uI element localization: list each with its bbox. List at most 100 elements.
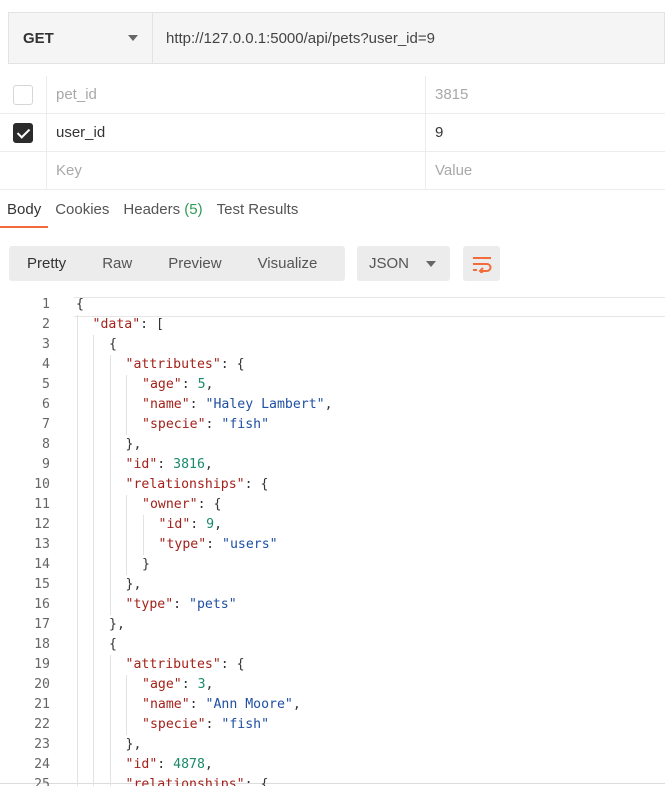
- code-line: 3{: [0, 335, 665, 355]
- code-line: 5 "age": 5,: [0, 375, 665, 395]
- code-line: 14}: [0, 555, 665, 575]
- code-text: },: [125, 577, 142, 592]
- code-line: 1{: [0, 295, 665, 315]
- checkbox-icon[interactable]: [13, 84, 33, 105]
- response-body-editor[interactable]: 1{2 "data": [3{4 "attributes": {5 "age": 5,…: [0, 292, 665, 786]
- code-text: "attributes": {: [125, 357, 245, 372]
- indent-guide: [142, 515, 144, 555]
- code-text: "type": "pets": [125, 597, 237, 612]
- code-text: {: [109, 637, 117, 652]
- code-text: "type": "users": [158, 537, 278, 552]
- view-raw-button[interactable]: Raw: [84, 246, 150, 281]
- checkbox-icon[interactable]: [13, 122, 33, 143]
- indent-guide: [109, 355, 111, 615]
- line-number: 13: [34, 537, 50, 552]
- line-number: 25: [34, 777, 50, 786]
- response-toolbar: Pretty Raw Preview Visualize JSON: [9, 246, 500, 281]
- code-text: },: [125, 737, 142, 752]
- code-line: 23},: [0, 735, 665, 755]
- line-number: 18: [34, 637, 50, 652]
- line-number: 2: [42, 317, 50, 332]
- code-text: },: [109, 617, 125, 632]
- line-number: 21: [34, 697, 50, 712]
- code-text: "relationships": {: [125, 477, 269, 492]
- param-key[interactable]: pet_id: [47, 76, 426, 113]
- request-bar: GET http://127.0.0.1:5000/api/pets?user_…: [8, 12, 665, 64]
- line-number: 12: [34, 517, 50, 532]
- line-number: 24: [34, 757, 50, 772]
- tab-cookies[interactable]: Cookies: [48, 196, 116, 226]
- code-text: },: [125, 437, 142, 452]
- code-text: "specie": "fish": [142, 417, 270, 432]
- indent-guide: [126, 495, 127, 575]
- indent-guide: [126, 375, 127, 435]
- line-number: 4: [42, 357, 50, 372]
- code-text: "age": 3,: [142, 677, 214, 692]
- headers-count-badge: (5): [184, 201, 203, 218]
- view-mode-group: Pretty Raw Preview Visualize: [9, 246, 345, 281]
- line-number: 19: [34, 657, 50, 672]
- code-text: "name": "Haley Lambert",: [142, 397, 333, 412]
- line-number: 8: [42, 437, 50, 452]
- param-value[interactable]: 9: [426, 114, 665, 151]
- tab-test-results[interactable]: Test Results: [210, 196, 306, 226]
- line-number: 17: [34, 617, 50, 632]
- wrap-lines-icon: [472, 256, 491, 273]
- params-table: pet_id 3815 user_id 9 Key Value: [0, 76, 665, 190]
- indent-guide: [126, 675, 127, 735]
- line-number: 22: [34, 717, 50, 732]
- line-number: 11: [34, 497, 50, 512]
- line-number: 9: [42, 457, 50, 472]
- param-value-placeholder[interactable]: Value: [426, 152, 665, 189]
- param-key[interactable]: user_id: [47, 114, 426, 151]
- indent-guide: [76, 315, 78, 786]
- tab-headers[interactable]: Headers (5): [116, 196, 209, 226]
- code-line: 15},: [0, 575, 665, 595]
- line-number: 20: [34, 677, 50, 692]
- code-line: 21 "name": "Ann Moore",: [0, 695, 665, 715]
- code-text: "specie": "fish": [142, 717, 270, 732]
- chevron-down-icon: [128, 35, 138, 41]
- code-line: 10 "relationships": {: [0, 475, 665, 495]
- code-line: 17},: [0, 615, 665, 635]
- code-line: 4 "attributes": {: [0, 355, 665, 375]
- param-key-placeholder[interactable]: Key: [47, 152, 426, 189]
- code-text: }: [142, 557, 150, 572]
- code-text: "id": 9,: [158, 517, 223, 532]
- view-pretty-button[interactable]: Pretty: [9, 246, 84, 281]
- chevron-down-icon: [426, 260, 436, 267]
- code-line: 7 "specie": "fish": [0, 415, 665, 435]
- code-line: 2 "data": [: [0, 315, 665, 335]
- code-line: 24 "id": 4878,: [0, 755, 665, 775]
- line-number: 23: [34, 737, 50, 752]
- indent-guide: [109, 655, 111, 786]
- code-line: 18 {: [0, 635, 665, 655]
- line-number: 14: [34, 557, 50, 572]
- line-number: 15: [34, 577, 50, 592]
- view-visualize-button[interactable]: Visualize: [240, 246, 336, 281]
- code-text: "relationships": {: [125, 777, 269, 786]
- code-text: "id": 3816,: [125, 457, 213, 472]
- indent-guide: [93, 335, 94, 786]
- code-text: "age": 5,: [142, 377, 214, 392]
- format-label: JSON: [369, 255, 410, 272]
- format-select[interactable]: JSON: [357, 246, 450, 281]
- code-text: {: [109, 337, 117, 352]
- line-number: 16: [34, 597, 50, 612]
- code-line: 25 "relationships": {: [0, 775, 665, 786]
- code-line: 9 "id": 3816,: [0, 455, 665, 475]
- method-select[interactable]: GET: [9, 13, 153, 63]
- code-line: 22 "specie": "fish": [0, 715, 665, 735]
- tab-headers-label: Headers: [123, 201, 181, 218]
- param-value[interactable]: 3815: [426, 76, 665, 113]
- tab-body[interactable]: Body: [0, 196, 49, 228]
- url-input[interactable]: http://127.0.0.1:5000/api/pets?user_id=9: [153, 13, 664, 63]
- response-tabs: Body Cookies Headers (5) Test Results: [0, 196, 665, 228]
- wrap-lines-button[interactable]: [463, 246, 500, 281]
- view-preview-button[interactable]: Preview: [150, 246, 239, 281]
- code-line: 11 "owner": {: [0, 495, 665, 515]
- method-label: GET: [23, 29, 54, 47]
- param-row: pet_id 3815: [0, 76, 665, 114]
- line-number: 6: [42, 397, 50, 412]
- line-number: 3: [42, 337, 50, 352]
